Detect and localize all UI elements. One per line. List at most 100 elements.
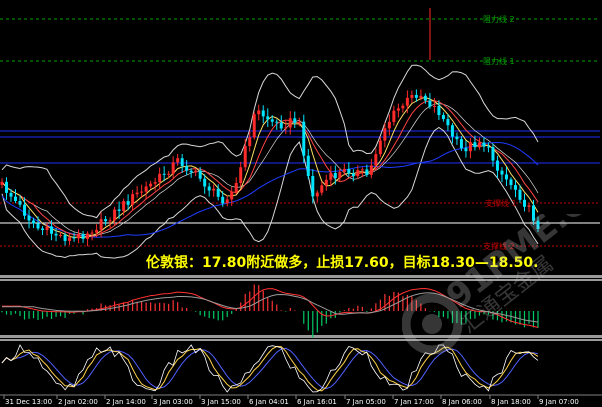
- candle-body: [306, 155, 310, 177]
- x-tick-label: 2 Jan 14:00: [106, 398, 146, 406]
- candle-body: [95, 229, 99, 233]
- candle-body: [153, 182, 157, 184]
- candle-body: [117, 209, 121, 212]
- x-tick-label: 8 Jan 18:00: [491, 398, 531, 406]
- candle-body: [252, 114, 256, 138]
- candle-body: [536, 220, 540, 230]
- candle-body: [225, 199, 229, 204]
- candle-body: [374, 154, 378, 166]
- candle-body: [500, 170, 504, 175]
- candle-body: [275, 121, 279, 123]
- candle-body: [144, 186, 148, 192]
- candle-body: [396, 108, 400, 111]
- candle-body: [194, 170, 198, 173]
- candle-body: [279, 122, 283, 129]
- candle-body: [405, 97, 409, 106]
- candle-body: [356, 170, 360, 177]
- candle-body: [180, 158, 184, 167]
- candle-body: [54, 233, 58, 236]
- stochastic-panel: [1, 344, 539, 393]
- candle-body: [365, 169, 369, 175]
- candle-body: [432, 105, 436, 107]
- x-tick-label: 9 Jan 07:00: [539, 398, 579, 406]
- candle-body: [414, 95, 418, 98]
- level-label: 阻力线 1: [483, 56, 515, 66]
- candle-body: [468, 142, 472, 152]
- candle-body: [266, 116, 270, 120]
- candle-body: [401, 105, 405, 109]
- candle-body: [99, 219, 103, 230]
- candle-body: [216, 188, 220, 197]
- candle-body: [392, 110, 396, 122]
- candle-body: [302, 121, 306, 156]
- candle-body: [108, 220, 112, 222]
- candle-body: [513, 185, 517, 190]
- candle-body: [342, 168, 346, 173]
- candle-body: [261, 110, 265, 117]
- candle-body: [90, 232, 94, 234]
- level-labels: 阻力线 2 阻力线 1 支撑线 1 支撑线 2: [483, 14, 517, 251]
- candle-body: [482, 142, 486, 147]
- candle-body: [140, 191, 144, 193]
- panel-separator: [0, 339, 602, 341]
- x-tick-label: 2 Jan 02:00: [58, 398, 98, 406]
- candle-body: [509, 179, 513, 186]
- candle-body: [221, 196, 225, 204]
- macd-signal-line: [2, 292, 539, 323]
- moving-average-slow: [1, 100, 539, 238]
- candle-body: [383, 128, 387, 141]
- candle-body: [72, 237, 76, 239]
- candle-body: [41, 228, 45, 231]
- candle-body: [207, 186, 211, 191]
- candle-body: [450, 125, 454, 137]
- candle-body: [239, 167, 243, 183]
- candle-body: [158, 173, 162, 183]
- candle-body: [50, 226, 54, 234]
- candle-body: [171, 162, 175, 174]
- candle-body: [257, 110, 261, 115]
- candle-body: [459, 139, 463, 149]
- candle-body: [18, 201, 22, 205]
- candle-body: [504, 174, 508, 180]
- candle-body: [441, 115, 445, 120]
- candle-body: [243, 146, 247, 168]
- macd-panel: [1, 284, 539, 338]
- candle-body: [315, 192, 319, 197]
- candle-body: [338, 172, 342, 179]
- candle-body: [522, 199, 526, 207]
- candle-body: [329, 172, 333, 180]
- candle-body: [176, 158, 180, 163]
- candle-body: [45, 226, 49, 231]
- candle-body: [86, 233, 90, 239]
- x-axis: 31 Dec 13:00 2 Jan 02:00 2 Jan 14:00 3 Jan …: [0, 394, 602, 406]
- candle-body: [473, 142, 477, 148]
- candle-body: [162, 173, 166, 175]
- candle-body: [324, 179, 328, 186]
- x-tick-label: 31 Dec 13:00: [5, 398, 52, 406]
- candle-body: [297, 121, 301, 123]
- macd-line: [2, 287, 539, 328]
- candle-body: [77, 233, 81, 239]
- x-tick-label: 6 Jan 04:01: [249, 398, 289, 406]
- candle-body: [14, 196, 18, 202]
- candle-body: [212, 188, 216, 191]
- candle-body: [428, 100, 432, 107]
- panel-separator: [0, 275, 602, 278]
- candle-body: [126, 201, 130, 205]
- candle-body: [347, 168, 351, 174]
- candle-body: [311, 176, 315, 197]
- candle-body: [270, 119, 274, 122]
- candle-body: [167, 173, 171, 175]
- candle-body: [378, 140, 382, 155]
- candle-body: [477, 142, 481, 148]
- panel-separator: [0, 335, 602, 338]
- candle-body: [369, 165, 373, 175]
- x-tick-label: 7 Jan 17:00: [394, 398, 434, 406]
- trade-annotation: 伦敦银：17.80附近做多，止损17.60，目标18.30—18.50.: [146, 255, 539, 271]
- moving-average-fast: [1, 96, 539, 239]
- x-tick-label: 7 Jan 05:00: [346, 398, 386, 406]
- candle-body: [32, 220, 36, 224]
- panel-separator: [0, 279, 602, 281]
- x-tick-label: 6 Jan 16:01: [297, 398, 337, 406]
- candle-body: [320, 185, 324, 193]
